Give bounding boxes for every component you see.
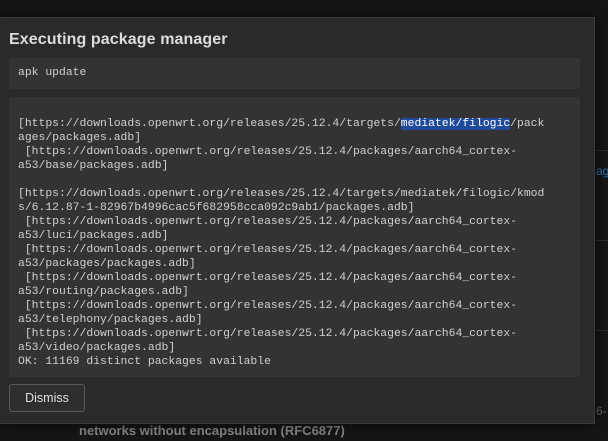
modal-title: Executing package manager [9, 31, 228, 48]
output-line: a53/luci/packages.adb] [18, 230, 169, 242]
output-line: a53/routing/packages.adb] [18, 286, 189, 298]
output-line: [https://downloads.openwrt.org/releases/… [18, 188, 545, 200]
output-line: [https://downloads.openwrt.org/releases/… [18, 300, 517, 312]
output-line: [https://downloads.openwrt.org/releases/… [18, 146, 517, 158]
background-divider [596, 240, 608, 241]
command-output[interactable]: [https://downloads.openwrt.org/releases/… [9, 97, 580, 377]
background-divider [596, 330, 608, 331]
output-line: a53/video/packages.adb] [18, 342, 176, 354]
output-line: [https://downloads.openwrt.org/releases/… [18, 244, 517, 256]
output-line: a53/packages/packages.adb] [18, 258, 196, 270]
background-divider [596, 150, 608, 151]
background-text-fragment: 6- [596, 404, 607, 418]
selected-text: mediatek/filogic [400, 118, 511, 130]
command-box: apk update [9, 58, 580, 89]
output-line: s/6.12.87-1-82967b4996cac5f682958cca092c… [18, 202, 415, 214]
background-description: networks without encapsulation (RFC6877) [79, 423, 345, 438]
output-line: [https://downloads.openwrt.org/releases/… [18, 328, 517, 340]
output-status-line: OK: 11169 distinct packages available [18, 356, 271, 368]
output-line: ages/packages.adb] [18, 132, 142, 144]
background-link-fragment: ag [596, 164, 608, 178]
package-manager-modal: Executing package manager apk update [ht… [0, 17, 595, 424]
output-line: a53/telephony/packages.adb] [18, 314, 203, 326]
dismiss-button[interactable]: Dismiss [9, 384, 85, 412]
output-line: [https://downloads.openwrt.org/releases/… [18, 216, 517, 228]
output-line: [https://downloads.openwrt.org/releases/… [18, 272, 517, 284]
output-line: a53/base/packages.adb] [18, 160, 169, 172]
output-line: [https://downloads.openwrt.org/releases/… [18, 118, 545, 130]
